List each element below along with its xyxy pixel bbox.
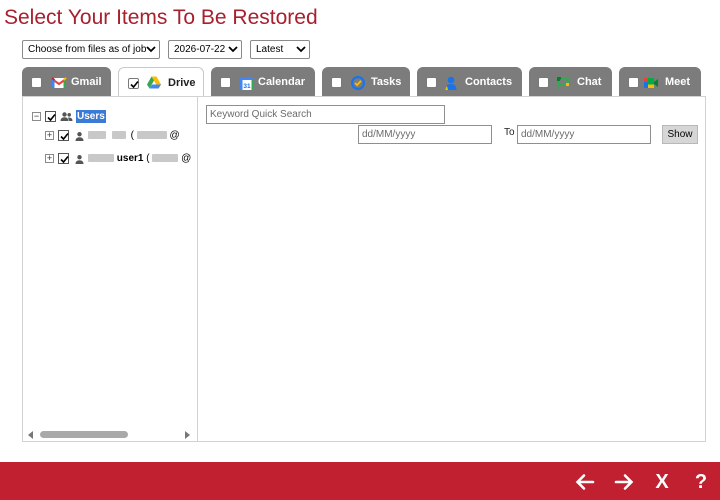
checkmark-icon: [130, 80, 139, 89]
user-checkbox[interactable]: [58, 130, 69, 141]
tab-contacts[interactable]: Contacts: [417, 67, 522, 97]
source-select[interactable]: Choose from files as of job: [22, 40, 160, 59]
tab-gmail-checkbox[interactable]: [31, 77, 42, 88]
scrollbar-thumb[interactable]: [40, 431, 128, 438]
google-chat-icon: [557, 77, 569, 90]
close-button[interactable]: X: [651, 471, 673, 493]
tab-calendar[interactable]: 31 Calendar: [211, 67, 315, 97]
user-checkbox[interactable]: [58, 153, 69, 164]
google-tasks-icon: [351, 76, 365, 90]
redacted-text: [88, 131, 106, 140]
user-label-redacted: ( @: [88, 129, 180, 142]
tab-drive-label: Drive: [168, 77, 196, 89]
tab-calendar-checkbox[interactable]: [220, 77, 231, 88]
tab-calendar-label: Calendar: [258, 76, 306, 88]
date-select-value: 2026-07-22: [174, 44, 226, 55]
tab-chat-label: Chat: [577, 76, 602, 88]
checkmark-icon: [60, 155, 69, 164]
tree-user-row[interactable]: + ( @: [45, 129, 197, 143]
version-select[interactable]: Latest: [250, 40, 310, 59]
tab-meet-label: Meet: [665, 76, 691, 88]
svg-text:31: 31: [243, 83, 251, 90]
tab-meet-checkbox[interactable]: [628, 77, 639, 88]
tree-user-row[interactable]: + user1 ( @: [45, 152, 197, 166]
tab-drive[interactable]: Drive: [118, 67, 204, 98]
checkmark-icon: [47, 113, 56, 122]
user1-label: user1 ( @: [88, 152, 191, 165]
user-email-open: (: [130, 130, 134, 141]
user1-name: user1: [116, 153, 144, 164]
show-button[interactable]: Show: [662, 125, 698, 144]
google-meet-icon: [644, 78, 658, 88]
redacted-text: [88, 154, 114, 163]
chevron-down-icon: [146, 46, 156, 53]
user-email-open: (: [146, 153, 150, 164]
date-to-label: To: [504, 127, 515, 138]
user-tree: − Users + ( @ + user1 (@: [23, 97, 198, 441]
tab-chat[interactable]: Chat: [529, 67, 612, 97]
redacted-text: [152, 154, 179, 163]
tab-tasks-label: Tasks: [371, 76, 402, 88]
tab-chat-checkbox[interactable]: [538, 77, 549, 88]
date-from-input[interactable]: [358, 125, 492, 144]
date-to-input[interactable]: [517, 125, 651, 144]
users-checkbox[interactable]: [45, 111, 56, 122]
tab-tasks-checkbox[interactable]: [331, 77, 342, 88]
version-select-value: Latest: [256, 44, 284, 55]
tab-tasks[interactable]: Tasks: [322, 67, 410, 97]
user-email-at: @: [169, 130, 180, 141]
scroll-left-icon[interactable]: [28, 431, 33, 439]
tab-contacts-checkbox[interactable]: [426, 77, 437, 88]
help-button[interactable]: ?: [690, 471, 712, 493]
google-contacts-icon: [445, 76, 457, 90]
collapse-toggle[interactable]: −: [32, 112, 41, 121]
drive-panel: − Users + ( @ + user1 (@ Keyword Quick …: [22, 96, 706, 442]
expand-toggle[interactable]: +: [45, 154, 54, 163]
tab-gmail[interactable]: Gmail: [22, 67, 111, 97]
page-title: Select Your Items To Be Restored: [4, 6, 318, 29]
users-group-icon: [60, 112, 73, 121]
expand-toggle[interactable]: +: [45, 131, 54, 140]
user-email-at: @: [181, 153, 192, 164]
tab-drive-checkbox[interactable]: [128, 78, 139, 89]
tree-horizontal-scrollbar[interactable]: [23, 428, 197, 441]
next-arrow-icon[interactable]: [613, 471, 635, 493]
tab-gmail-label: Gmail: [71, 76, 102, 88]
tree-root-row[interactable]: − Users: [32, 110, 192, 124]
source-select-value: Choose from files as of job: [28, 44, 147, 55]
tab-contacts-label: Contacts: [465, 76, 513, 88]
wizard-footer: X ?: [0, 462, 720, 500]
tab-meet[interactable]: Meet: [619, 67, 701, 97]
google-calendar-icon: 31: [240, 77, 254, 90]
keyword-search-input[interactable]: [206, 105, 445, 124]
redacted-text: [136, 131, 167, 140]
chevron-down-icon: [296, 46, 306, 53]
service-tabs: Gmail Drive 31 Calendar Tasks Contacts C…: [22, 67, 706, 98]
google-drive-icon: [147, 76, 161, 89]
user-icon: [75, 155, 84, 164]
user-icon: [75, 132, 84, 141]
back-arrow-icon[interactable]: [574, 471, 596, 493]
redacted-text: [111, 131, 126, 140]
chevron-down-icon: [228, 46, 238, 53]
tree-root-label[interactable]: Users: [76, 110, 106, 123]
gmail-icon: [51, 77, 67, 88]
checkmark-icon: [60, 132, 69, 141]
date-select[interactable]: 2026-07-22: [168, 40, 242, 59]
drive-search-area: To Show: [199, 97, 705, 441]
scroll-right-icon[interactable]: [185, 431, 190, 439]
